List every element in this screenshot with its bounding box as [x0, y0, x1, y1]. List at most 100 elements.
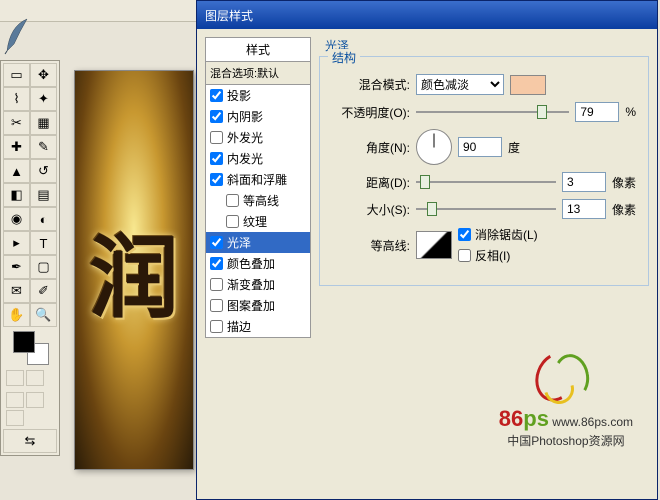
- hand-tool[interactable]: ✋: [3, 303, 30, 327]
- style-label: 图案叠加: [227, 297, 275, 314]
- angle-dial[interactable]: [416, 129, 452, 165]
- size-slider[interactable]: [416, 200, 556, 218]
- style-label: 斜面和浮雕: [227, 171, 287, 188]
- angle-label: 角度(N):: [332, 139, 410, 156]
- style-settings-panel: 光泽 结构 混合模式: 颜色减淡 不透明度(O): %: [319, 37, 649, 491]
- watermark: 86ps www.86ps.com 中国Photoshop资源网: [499, 352, 633, 449]
- angle-input[interactable]: [458, 137, 502, 157]
- style-item-10[interactable]: 图案叠加: [206, 295, 310, 316]
- standard-mode[interactable]: [6, 370, 24, 386]
- contour-label: 等高线:: [332, 237, 410, 254]
- artwork-text: 润: [89, 205, 179, 335]
- style-item-1[interactable]: 内阴影: [206, 106, 310, 127]
- lasso-tool[interactable]: ⌇: [3, 87, 30, 111]
- opacity-label: 不透明度(O):: [332, 104, 410, 121]
- history-brush-tool[interactable]: ↺: [30, 159, 57, 183]
- opacity-unit: %: [625, 105, 636, 119]
- style-checkbox[interactable]: [226, 215, 239, 228]
- style-checkbox[interactable]: [226, 194, 239, 207]
- style-label: 等高线: [243, 192, 279, 209]
- pen-tool[interactable]: ✒: [3, 255, 30, 279]
- style-label: 描边: [227, 318, 251, 335]
- distance-slider[interactable]: [416, 173, 556, 191]
- style-checkbox[interactable]: [210, 320, 223, 333]
- antialias-checkbox[interactable]: 消除锯齿(L): [458, 226, 538, 243]
- gradient-tool[interactable]: ▤: [30, 183, 57, 207]
- style-checkbox[interactable]: [210, 236, 223, 249]
- opacity-input[interactable]: [575, 102, 619, 122]
- foreground-color[interactable]: [13, 331, 35, 353]
- style-checkbox[interactable]: [210, 278, 223, 291]
- style-item-8[interactable]: 颜色叠加: [206, 253, 310, 274]
- style-item-11[interactable]: 描边: [206, 316, 310, 337]
- crop-tool[interactable]: ✂: [3, 111, 30, 135]
- style-label: 颜色叠加: [227, 255, 275, 272]
- style-checkbox[interactable]: [210, 257, 223, 270]
- styles-list-panel: 样式 混合选项:默认 投影内阴影外发光内发光斜面和浮雕等高线纹理光泽颜色叠加渐变…: [205, 37, 311, 491]
- shape-tool[interactable]: ▢: [30, 255, 57, 279]
- style-checkbox[interactable]: [210, 89, 223, 102]
- blend-options-row[interactable]: 混合选项:默认: [205, 62, 311, 85]
- style-item-6[interactable]: 纹理: [206, 211, 310, 232]
- blend-mode-select[interactable]: 颜色减淡: [416, 74, 504, 95]
- structure-fieldset: 结构 混合模式: 颜色减淡 不透明度(O): % 角度(N):: [319, 56, 649, 286]
- style-label: 纹理: [243, 213, 267, 230]
- watermark-logo: [536, 352, 596, 402]
- type-tool[interactable]: T: [30, 231, 57, 255]
- color-swatch[interactable]: [510, 75, 546, 95]
- distance-input[interactable]: [562, 172, 606, 192]
- style-checkbox[interactable]: [210, 152, 223, 165]
- distance-label: 距离(D):: [332, 174, 410, 191]
- style-checkbox[interactable]: [210, 299, 223, 312]
- stamp-tool[interactable]: ▲: [3, 159, 30, 183]
- style-item-3[interactable]: 内发光: [206, 148, 310, 169]
- blur-tool[interactable]: ◉: [3, 207, 30, 231]
- screen-mode-1[interactable]: [6, 392, 24, 408]
- style-item-2[interactable]: 外发光: [206, 127, 310, 148]
- move-tool[interactable]: ✥: [30, 63, 57, 87]
- style-checkbox[interactable]: [210, 173, 223, 186]
- style-item-7[interactable]: 光泽: [206, 232, 310, 253]
- style-checkbox[interactable]: [210, 110, 223, 123]
- brush-tool[interactable]: ✎: [30, 135, 57, 159]
- options-bar: [0, 0, 196, 22]
- toolbox: ▭✥ ⌇✦ ✂▦ ✚✎ ▲↺ ◧▤ ◉◐ ▸T ✒▢ ✉✐ ✋🔍 ⇆: [0, 60, 60, 456]
- style-checkbox[interactable]: [210, 131, 223, 144]
- eraser-tool[interactable]: ◧: [3, 183, 30, 207]
- invert-checkbox[interactable]: 反相(I): [458, 247, 538, 264]
- blend-mode-label: 混合模式:: [332, 76, 410, 93]
- style-item-4[interactable]: 斜面和浮雕: [206, 169, 310, 190]
- path-tool[interactable]: ▸: [3, 231, 30, 255]
- quickmask-mode[interactable]: [26, 370, 44, 386]
- styles-header[interactable]: 样式: [205, 37, 311, 62]
- app-logo-feather: [2, 16, 32, 56]
- color-swatches[interactable]: [3, 327, 57, 367]
- dodge-tool[interactable]: ◐: [30, 207, 57, 231]
- eyedropper-tool[interactable]: ✐: [30, 279, 57, 303]
- style-label: 投影: [227, 87, 251, 104]
- style-label: 渐变叠加: [227, 276, 275, 293]
- screen-mode-3[interactable]: [6, 410, 24, 426]
- marquee-tool[interactable]: ▭: [3, 63, 30, 87]
- style-item-0[interactable]: 投影: [206, 85, 310, 106]
- zoom-tool[interactable]: 🔍: [30, 303, 57, 327]
- fieldset-legend: 结构: [328, 49, 360, 66]
- jump-to-imageready[interactable]: ⇆: [3, 429, 57, 453]
- heal-tool[interactable]: ✚: [3, 135, 30, 159]
- layer-style-dialog: 图层样式 样式 混合选项:默认 投影内阴影外发光内发光斜面和浮雕等高线纹理光泽颜…: [196, 0, 658, 500]
- dialog-titlebar[interactable]: 图层样式: [197, 1, 657, 29]
- contour-picker[interactable]: [416, 231, 452, 259]
- dialog-title: 图层样式: [205, 7, 253, 24]
- notes-tool[interactable]: ✉: [3, 279, 30, 303]
- wand-tool[interactable]: ✦: [30, 87, 57, 111]
- opacity-slider[interactable]: [416, 103, 569, 121]
- size-input[interactable]: [562, 199, 606, 219]
- slice-tool[interactable]: ▦: [30, 111, 57, 135]
- section-title: 光泽: [319, 37, 649, 54]
- style-item-5[interactable]: 等高线: [206, 190, 310, 211]
- style-label: 内发光: [227, 150, 263, 167]
- distance-unit: 像素: [612, 174, 636, 191]
- screen-mode-2[interactable]: [26, 392, 44, 408]
- style-label: 光泽: [227, 234, 251, 251]
- style-item-9[interactable]: 渐变叠加: [206, 274, 310, 295]
